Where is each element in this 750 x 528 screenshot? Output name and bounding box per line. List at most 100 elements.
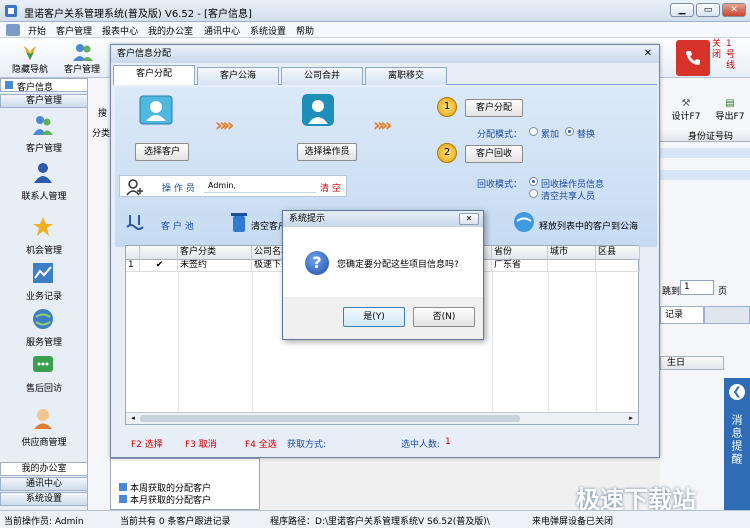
messagebox-body: ? 您确定要分配这些项目信息吗? xyxy=(283,227,483,297)
sidebar-settings[interactable]: 系统设置 xyxy=(0,492,88,506)
reclaim-customer-button[interactable]: 客户回收 xyxy=(465,145,523,163)
grid-header-city[interactable]: 城市 xyxy=(548,246,596,260)
scroll-thumb[interactable] xyxy=(140,415,520,422)
close-button[interactable]: ✕ xyxy=(722,3,746,17)
reclaim-shared-radio[interactable] xyxy=(529,189,538,198)
step-one-badge: 1 xyxy=(437,97,457,117)
collapse-icon[interactable]: ❮ xyxy=(729,384,745,400)
export-icon: ▤ xyxy=(725,98,735,109)
f3-cancel-hint[interactable]: F3 取消 xyxy=(185,437,217,450)
mode-add-radio[interactable] xyxy=(529,127,538,136)
dialog-tabs: 客户分配 客户公海 公司合并 离职移交 xyxy=(113,65,657,85)
assigned-list: 本周获取的分配客户 本月获取的分配客户 xyxy=(110,458,260,510)
sidebar-comms[interactable]: 通讯中心 xyxy=(0,477,88,491)
sidebar-item-contacts[interactable]: 联系人管理 xyxy=(0,158,88,204)
operator-field: 操 作 员 Admin, 清 空 xyxy=(119,175,347,197)
select-operator-button[interactable]: 选择操作员 xyxy=(297,143,357,161)
arrow-icon: »» xyxy=(373,115,392,136)
menu-help[interactable]: 帮助 xyxy=(296,24,314,37)
status-bar: 当前操作员: Admin 当前共有 0 条客户跟进记录 程序路径：D:\里诺客户… xyxy=(0,510,750,528)
yes-button[interactable]: 是(Y) xyxy=(343,307,405,327)
status-extra: 来电弹屏设备已关闭 xyxy=(532,517,614,527)
record-tab-blank xyxy=(704,306,750,324)
grid-header-index xyxy=(126,246,140,260)
grid-header-district[interactable]: 区县 xyxy=(596,246,640,260)
assign-customer-button[interactable]: 客户分配 xyxy=(465,99,523,117)
menu-start[interactable]: 开始 xyxy=(28,24,46,37)
record-tab[interactable]: 记录 xyxy=(660,306,704,324)
hide-nav-button[interactable]: 隐藏导航 xyxy=(0,40,60,76)
customer-mgmt-button[interactable]: 客户管理 xyxy=(52,40,112,76)
operator-icon xyxy=(302,94,334,126)
reclaim-operator-radio[interactable] xyxy=(529,177,538,186)
phone-icon xyxy=(686,51,700,65)
message-banner[interactable]: ❮ 消息提醒 xyxy=(724,378,750,510)
messagebox-close-icon[interactable]: ✕ xyxy=(459,213,479,225)
menu-reports[interactable]: 报表中心 xyxy=(102,24,138,37)
export-button[interactable]: ▤ 导出F7 xyxy=(710,98,750,122)
tab-handover[interactable]: 离职移交 xyxy=(365,67,447,85)
tool-icon: ⚒ xyxy=(681,98,691,109)
tab-public-pool[interactable]: 客户公海 xyxy=(197,67,279,85)
hangup-label: 关闭 xyxy=(712,39,722,60)
contact-icon xyxy=(34,163,52,183)
status-records: 当前共有 0 条客户跟进记录 xyxy=(120,517,231,527)
no-button[interactable]: 否(N) xyxy=(413,307,475,327)
grid-header-check xyxy=(140,246,178,260)
sidebar-item-callback[interactable]: 售后回访 xyxy=(0,350,88,396)
sidebar-item-customer[interactable]: 客户管理 xyxy=(0,110,88,156)
row-province[interactable]: 广东省 xyxy=(492,260,548,272)
select-customer-button[interactable]: 选择客户 xyxy=(135,143,189,161)
menu-office[interactable]: 我的办公室 xyxy=(148,24,193,37)
scroll-left-icon[interactable]: ◂ xyxy=(128,414,138,423)
page-input[interactable]: 1 xyxy=(680,280,714,295)
birthday-header: 生日 xyxy=(660,356,724,370)
sidebar-item-supplier[interactable]: 供应商管理 xyxy=(0,404,88,450)
grid-line xyxy=(596,272,597,412)
row-city[interactable] xyxy=(548,260,596,272)
menu-app-icon xyxy=(6,24,20,36)
menu-comms[interactable]: 通讯中心 xyxy=(204,24,240,37)
grid-header-province[interactable]: 省份 xyxy=(492,246,548,260)
sidebar-item-opportunity[interactable]: 机会管理 xyxy=(0,212,88,258)
f4-select-all-hint[interactable]: F4 全选 xyxy=(245,437,277,450)
background-right-panel: ⚒ 设计F7 ▤ 导出F7 身份证号码 跳到 1 页 记录 生日 ❮ 消息提醒 xyxy=(660,78,750,510)
grid-line xyxy=(252,272,253,412)
person-add-icon xyxy=(126,179,143,196)
background-left-strip: 搜 分类 xyxy=(88,78,110,510)
horizontal-scrollbar[interactable]: ◂ ▸ xyxy=(126,412,638,424)
list-item[interactable]: 本月获取的分配客户 xyxy=(119,493,211,506)
line-label: 1号线 xyxy=(726,39,736,71)
tab-merge[interactable]: 公司合并 xyxy=(281,67,363,85)
row-category[interactable]: 未签约 xyxy=(178,260,252,272)
tab-assign[interactable]: 客户分配 xyxy=(113,65,195,85)
sidebar-tab[interactable]: 客户信息 xyxy=(0,78,88,93)
customers-icon xyxy=(33,116,53,135)
window-title: 里诺客户关系管理系统(普及版) V6.52 - [客户信息] xyxy=(24,9,252,20)
menu-customer[interactable]: 客户管理 xyxy=(56,24,92,37)
grid-line xyxy=(178,272,179,412)
row-district[interactable] xyxy=(596,260,640,272)
sidebar-group-header[interactable]: 客户管理 xyxy=(0,94,88,108)
maximize-button[interactable]: ▭ xyxy=(696,3,720,17)
sidebar-office[interactable]: 我的办公室 xyxy=(0,462,88,476)
step-two-badge: 2 xyxy=(437,143,457,163)
pool-icon xyxy=(126,215,144,230)
sidebar-item-business[interactable]: 业务记录 xyxy=(0,258,88,304)
sidebar-item-service[interactable]: 服务管理 xyxy=(0,304,88,350)
release-to-pool-link[interactable]: 释放列表中的客户到公海 xyxy=(539,219,638,232)
mode-replace-radio[interactable] xyxy=(565,127,574,136)
scroll-right-icon[interactable]: ▸ xyxy=(626,414,636,423)
operator-value[interactable]: Admin, xyxy=(204,179,316,193)
row-checkbox[interactable]: ✔ xyxy=(140,260,178,272)
hangup-button[interactable] xyxy=(676,40,710,76)
background-row xyxy=(660,148,750,158)
star-icon xyxy=(33,217,53,236)
minimize-button[interactable]: ▁ xyxy=(670,3,694,17)
f2-select-hint[interactable]: F2 选择 xyxy=(131,437,163,450)
menu-settings[interactable]: 系统设置 xyxy=(250,24,286,37)
grid-header-category[interactable]: 客户分类 xyxy=(178,246,252,260)
clear-operator-link[interactable]: 清 空 xyxy=(320,181,341,194)
design-button[interactable]: ⚒ 设计F7 xyxy=(666,98,706,122)
dialog-close-icon[interactable]: ✕ xyxy=(641,48,655,60)
